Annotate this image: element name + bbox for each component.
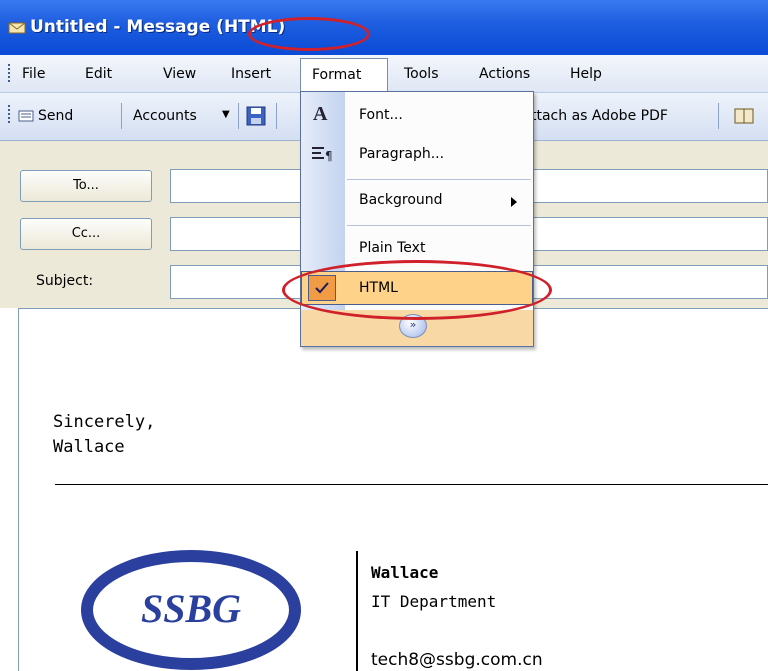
window-title: Untitled - Message (HTML) [30,17,286,37]
accounts-dropdown-icon[interactable]: ▼ [222,109,230,120]
menu-separator [347,225,531,226]
toolbar-separator [718,103,719,129]
annotation-ellipse-title [248,17,370,51]
signature-divider [55,484,768,485]
menu-item-font-label: Font... [359,107,403,123]
menubar-grip[interactable] [8,64,11,84]
send-button[interactable]: Send [38,108,73,124]
menu-insert[interactable]: Insert [231,66,271,82]
submenu-arrow-icon [511,197,517,207]
menu-format-label: Format [312,67,362,83]
menu-file[interactable]: File [22,66,45,82]
signature-vertical-line [356,551,358,671]
subject-label: Subject: [36,273,94,289]
toolbar-separator [121,103,122,129]
ssbg-logo: SSBG [81,550,301,670]
menu-item-background-label: Background [359,192,443,208]
toolbar-separator [276,103,277,129]
menu-format[interactable]: Format [300,58,388,92]
signature-email[interactable]: tech8@ssbg.com.cn [371,650,543,670]
cc-button[interactable]: Cc... [20,218,152,250]
menu-item-font[interactable]: A Font... [301,99,533,133]
attach-pdf-button[interactable]: ttach as Adobe PDF [531,108,668,124]
font-icon: A [313,103,328,125]
message-icon [8,22,26,34]
menu-separator [347,179,531,180]
toolbar-separator [238,103,239,129]
signature-department: IT Department [371,592,497,611]
message-body[interactable]: Sincerely, Wallace SSBG Wallace IT Depar… [18,308,768,671]
menu-item-background[interactable]: Background [301,184,533,218]
signature-name: Wallace [371,563,439,582]
menu-edit[interactable]: Edit [85,66,112,82]
menu-view[interactable]: View [163,66,196,82]
menu-item-paragraph-label: Paragraph... [359,146,445,162]
menu-tools[interactable]: Tools [404,66,439,82]
menu-item-plain-text-label: Plain Text [359,240,426,256]
signature-first-name: Wallace [53,437,125,457]
logo-text: SSBG [141,586,241,631]
toolbar-grip[interactable] [8,105,11,125]
menu-item-paragraph[interactable]: ¶ Paragraph... [301,138,533,172]
send-icon [18,110,34,122]
address-book-icon[interactable] [734,107,754,125]
closing-text: Sincerely, [53,412,156,432]
paragraph-icon: ¶ [312,147,333,163]
annotation-ellipse-html [282,260,552,320]
svg-text:¶: ¶ [325,149,333,163]
to-button[interactable]: To... [20,170,152,202]
menu-help[interactable]: Help [570,66,602,82]
title-bar: Untitled - Message (HTML) [0,0,768,55]
accounts-button[interactable]: Accounts [133,108,197,124]
save-icon[interactable] [246,106,266,126]
menu-actions[interactable]: Actions [479,66,530,82]
